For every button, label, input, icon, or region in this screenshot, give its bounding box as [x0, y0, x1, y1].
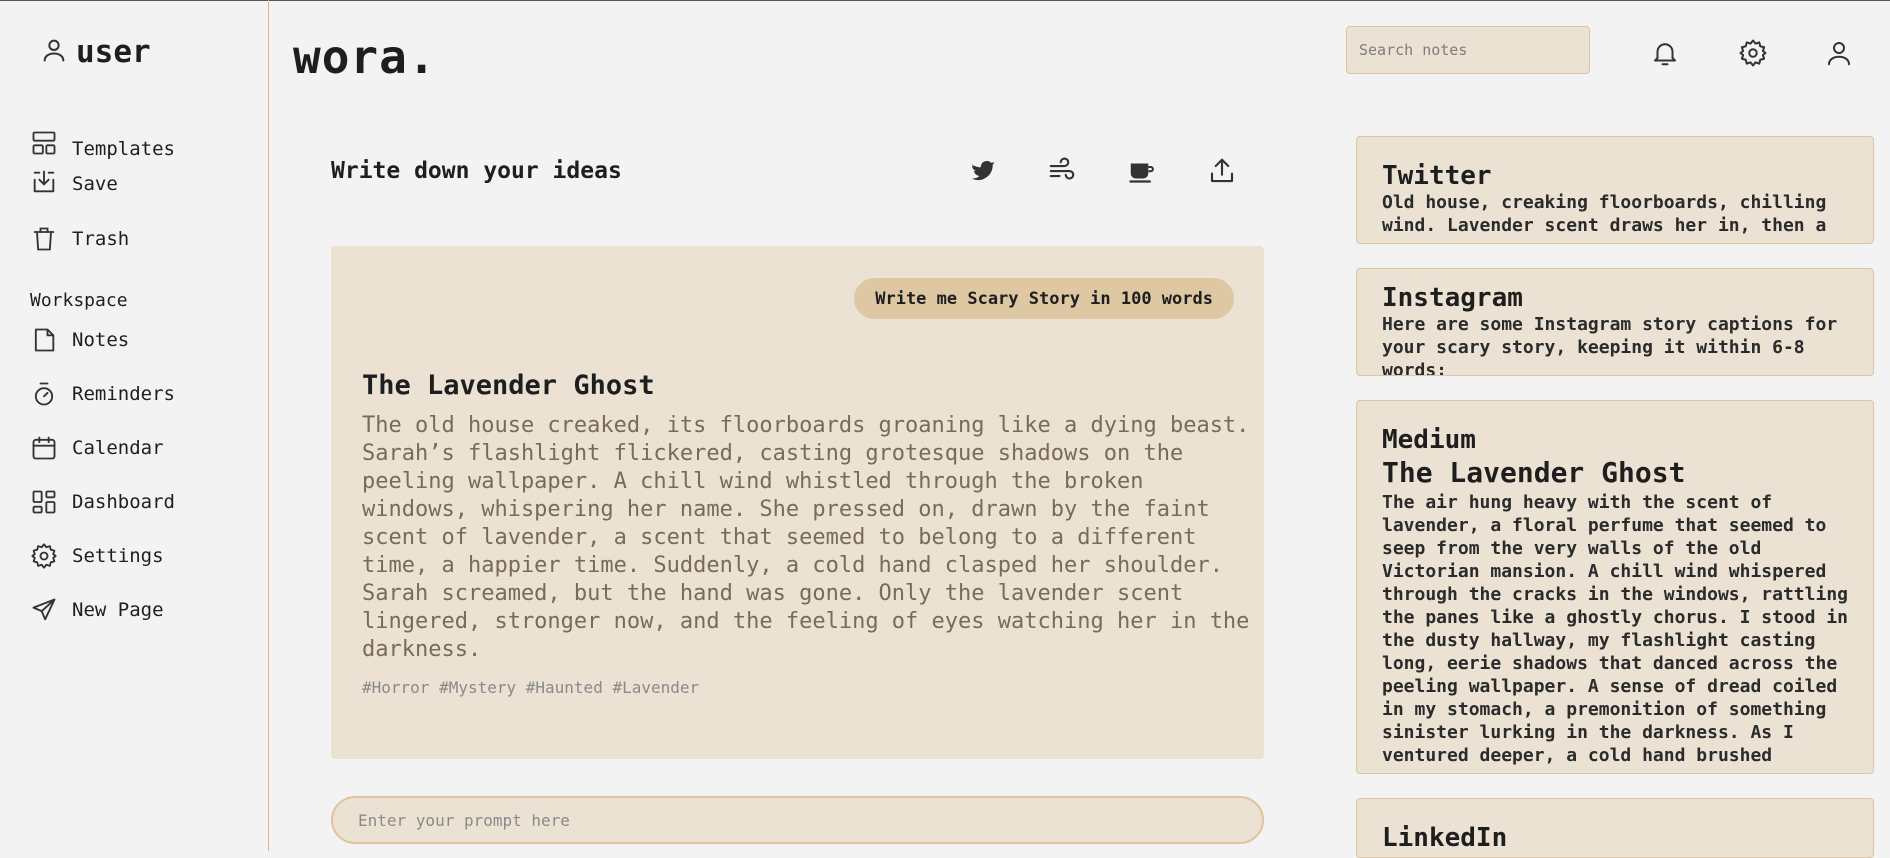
- card-title: Instagram: [1382, 283, 1523, 313]
- search-input[interactable]: [1346, 26, 1590, 74]
- sidebar-item-calendar[interactable]: Calendar: [30, 434, 164, 462]
- card-title: Medium: [1382, 425, 1476, 455]
- settings-gear-icon[interactable]: [1738, 38, 1768, 68]
- card-text: Here are some Instagram story captions f…: [1382, 314, 1838, 376]
- sidebar-item-settings[interactable]: Settings: [30, 542, 164, 570]
- card-subtitle: The Lavender Ghost: [1382, 456, 1686, 489]
- twitter-card[interactable]: Twitter Old house, creaking floorboards,…: [1356, 136, 1874, 244]
- prompt-input[interactable]: [331, 796, 1264, 844]
- top-border: [0, 0, 1890, 1]
- timer-icon: [30, 380, 58, 408]
- sidebar-item-label: Dashboard: [72, 491, 175, 513]
- sidebar-item-templates[interactable]: Templates: [30, 126, 175, 160]
- sidebar-item-label: Notes: [72, 329, 130, 351]
- linkedin-card[interactable]: LinkedIn: [1356, 798, 1874, 858]
- share-icon[interactable]: [1207, 156, 1237, 186]
- user-icon: [40, 35, 68, 69]
- sidebar-item-dashboard[interactable]: Dashboard: [30, 488, 175, 516]
- gear-icon: [30, 542, 58, 570]
- sidebar-item-label: Settings: [72, 545, 164, 567]
- card-text: The air hung heavy with the scent of lav…: [1382, 492, 1848, 766]
- profile-icon[interactable]: [1824, 38, 1854, 68]
- coffee-icon[interactable]: [1127, 156, 1157, 186]
- sidebar-item-new-page[interactable]: New Page: [30, 596, 164, 624]
- card-text: Old house, creaking floorboards, chillin…: [1382, 192, 1827, 236]
- story-body: The old house creaked, its floorboards g…: [362, 413, 1250, 662]
- sidebar-item-label: Save: [72, 173, 118, 195]
- page-title: Write down your ideas: [331, 158, 622, 184]
- dashboard-icon: [30, 488, 58, 516]
- prompt-chip[interactable]: Write me Scary Story in 100 words: [854, 278, 1234, 319]
- sidebar-item-save[interactable]: Save: [30, 168, 118, 196]
- wind-icon[interactable]: [1047, 156, 1077, 186]
- sidebar: user Templates Save Trash Workspace Note…: [0, 0, 269, 851]
- sidebar-item-label: Templates: [72, 138, 175, 160]
- sidebar-item-notes[interactable]: Notes: [30, 326, 129, 354]
- trash-icon: [30, 225, 58, 253]
- story-tags: #Horror #Mystery #Haunted #Lavender: [362, 678, 700, 697]
- file-icon: [30, 326, 58, 354]
- user-name: user: [76, 34, 151, 70]
- workspace-heading: Workspace: [30, 290, 128, 311]
- calendar-icon: [30, 434, 58, 462]
- sidebar-item-label: New Page: [72, 599, 164, 621]
- brand-logo[interactable]: wora.: [293, 30, 436, 84]
- medium-card[interactable]: Medium The Lavender Ghost The air hung h…: [1356, 400, 1874, 774]
- sidebar-item-label: Trash: [72, 228, 130, 250]
- card-title: LinkedIn: [1382, 823, 1508, 853]
- sidebar-user[interactable]: user: [40, 34, 151, 70]
- download-icon: [30, 168, 58, 196]
- sidebar-item-label: Reminders: [72, 383, 175, 405]
- story-title: The Lavender Ghost: [362, 370, 655, 401]
- layout-icon: [30, 129, 58, 157]
- sidebar-item-label: Calendar: [72, 437, 164, 459]
- story-card: Write me Scary Story in 100 words The La…: [331, 246, 1264, 759]
- card-title: Twitter: [1382, 161, 1492, 191]
- sidebar-item-reminders[interactable]: Reminders: [30, 380, 175, 408]
- instagram-card[interactable]: Instagram Here are some Instagram story …: [1356, 268, 1874, 376]
- sidebar-item-trash[interactable]: Trash: [30, 225, 129, 253]
- bird-icon[interactable]: [967, 156, 997, 186]
- bell-icon[interactable]: [1650, 38, 1680, 68]
- send-icon: [30, 596, 58, 624]
